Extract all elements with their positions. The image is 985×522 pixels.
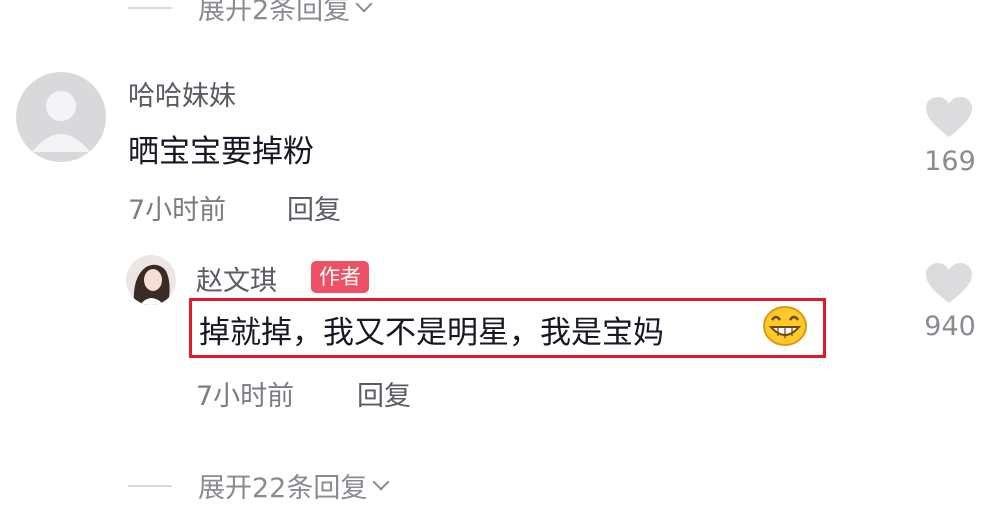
- avatar[interactable]: [16, 72, 106, 162]
- author-badge: 作者: [311, 261, 369, 293]
- like-button[interactable]: [925, 262, 973, 304]
- reply-button[interactable]: 回复: [357, 374, 411, 413]
- comment-text: 晒宝宝要掉粉: [128, 134, 314, 170]
- divider-line: [128, 484, 172, 487]
- author-avatar[interactable]: [126, 255, 176, 305]
- heart-icon: [926, 263, 972, 303]
- expand-replies-top[interactable]: 展开2条回复: [128, 0, 373, 27]
- comment-username[interactable]: 哈哈妹妹: [128, 74, 236, 113]
- reply-button[interactable]: 回复: [287, 188, 341, 227]
- like-count: 940: [924, 311, 976, 342]
- grinning-face-icon: [762, 305, 808, 347]
- divider-line: [128, 6, 172, 9]
- expand-replies-label: 展开2条回复: [198, 0, 351, 26]
- heart-icon: [926, 97, 972, 137]
- expand-replies-label: 展开22条回复: [198, 473, 368, 504]
- author-avatar-image: [126, 255, 176, 305]
- like-count: 169: [924, 146, 976, 177]
- like-button[interactable]: [925, 96, 973, 138]
- reply-text: 掉就掉，我又不是明星，我是宝妈: [199, 315, 664, 351]
- reply-time: 7小时前: [196, 381, 295, 412]
- chevron-down-icon: [355, 0, 373, 12]
- chevron-down-icon: [372, 473, 390, 490]
- reply-username[interactable]: 赵文琪: [196, 259, 277, 298]
- expand-replies-bottom[interactable]: 展开22条回复: [128, 466, 390, 505]
- default-avatar-icon: [16, 72, 106, 162]
- comment-time: 7小时前: [128, 195, 227, 226]
